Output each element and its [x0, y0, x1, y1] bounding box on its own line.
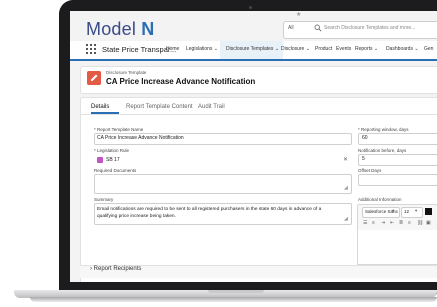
- chevron-down-icon: ▾: [415, 208, 418, 213]
- search-input[interactable]: Search Disclosure Templates and more...: [324, 25, 415, 31]
- laptop-notch: [208, 290, 264, 293]
- favorite-icon[interactable]: ★: [296, 11, 301, 18]
- app-logo[interactable]: Model N: [86, 19, 154, 40]
- search-icon: [314, 24, 322, 32]
- edit-record-icon: [87, 71, 101, 85]
- resize-handle-icon[interactable]: ◢: [344, 216, 348, 222]
- tab-report-template-content[interactable]: Report Template Content: [126, 104, 193, 110]
- record-type-label: Disclosure Template: [106, 70, 147, 75]
- required-documents-input[interactable]: [94, 174, 352, 194]
- camera-icon: [249, 6, 252, 9]
- clear-selection-icon[interactable]: ✕: [343, 156, 348, 163]
- notification-before-label: Notification before, days: [358, 148, 407, 153]
- app-launcher-icon[interactable]: [86, 44, 96, 54]
- chevron-down-icon: ▾: [392, 208, 395, 213]
- legislation-lookup-icon: [97, 157, 103, 163]
- reporting-window-input[interactable]: [358, 133, 437, 145]
- record-title: CA Price Increase Advance Notification: [106, 77, 256, 86]
- chevron-down-icon[interactable]: ⌄: [413, 46, 418, 52]
- additional-info-label: Additional Information: [358, 197, 402, 202]
- chevron-down-icon[interactable]: ⌄: [373, 46, 378, 52]
- image-icon[interactable]: ▣: [426, 220, 431, 226]
- nav-item-events[interactable]: Events: [336, 46, 351, 52]
- search-scope[interactable]: All: [288, 25, 294, 31]
- laptop-base-shadow: [30, 297, 437, 302]
- reporting-window-value: 60: [362, 135, 368, 141]
- nav-item-gen[interactable]: Gen: [424, 46, 433, 52]
- chevron-down-icon[interactable]: ⌄: [304, 46, 310, 52]
- summary-label: Summary: [94, 197, 114, 202]
- align-center-icon[interactable]: ≡: [408, 220, 411, 226]
- additional-info-editor[interactable]: [357, 230, 437, 265]
- nav-item-dashboards[interactable]: Dashboards ⌄: [386, 46, 419, 52]
- nav-item-legislations[interactable]: Legislations ⌄: [186, 46, 218, 52]
- report-recipients-label: Report Recipients: [93, 266, 142, 272]
- legislation-rule-value[interactable]: SB 17: [106, 157, 120, 163]
- nav-item-reports[interactable]: Reports ⌄: [355, 46, 378, 52]
- nav-item-disclosure[interactable]: Disclosure ⌄: [281, 46, 310, 52]
- notification-before-input[interactable]: [358, 154, 437, 166]
- tab-audit-trail[interactable]: Audit Trail: [198, 104, 225, 110]
- summary-value: Email notifications are required to be s…: [97, 207, 322, 219]
- nav-item-home[interactable]: Home: [166, 46, 179, 52]
- offset-days-label: Offset Days: [358, 168, 382, 173]
- tab-details[interactable]: Details: [91, 104, 109, 110]
- outdent-icon[interactable]: ⇤: [390, 220, 394, 226]
- tabs-divider: [80, 114, 437, 115]
- indent-icon[interactable]: ⇥: [381, 220, 385, 226]
- notification-before-value: 5: [362, 156, 365, 162]
- report-template-name-label: * Report Template Name: [94, 127, 144, 132]
- resize-handle-icon[interactable]: ◢: [344, 185, 348, 191]
- nav-item-product[interactable]: Product: [315, 46, 332, 52]
- chevron-down-icon[interactable]: ⌄: [273, 46, 279, 52]
- numbered-list-icon[interactable]: ≡: [372, 220, 375, 226]
- offset-days-input[interactable]: [358, 174, 437, 186]
- font-size-value: 12: [404, 209, 410, 214]
- align-left-icon[interactable]: ≣: [399, 220, 403, 226]
- required-documents-label: Required Documents: [94, 168, 137, 173]
- report-template-name-value: CA Price Increase Advance Notification: [97, 135, 184, 141]
- text-color-icon[interactable]: [425, 208, 432, 215]
- link-icon[interactable]: ⛓: [417, 220, 423, 226]
- nav-item-disclosure-templates[interactable]: Disclosure Templates ⌄: [226, 46, 279, 52]
- bullet-list-icon[interactable]: ☰: [363, 220, 367, 226]
- screen: Model N ★ All Search Disclosure Template…: [70, 11, 437, 282]
- chevron-down-icon[interactable]: ⌄: [212, 46, 218, 52]
- report-recipients-toggle[interactable]: › Report Recipients: [90, 266, 141, 272]
- reporting-window-label: * Reporting window, days: [358, 127, 409, 132]
- legislation-rule-label: * Legislation Rule: [94, 148, 130, 153]
